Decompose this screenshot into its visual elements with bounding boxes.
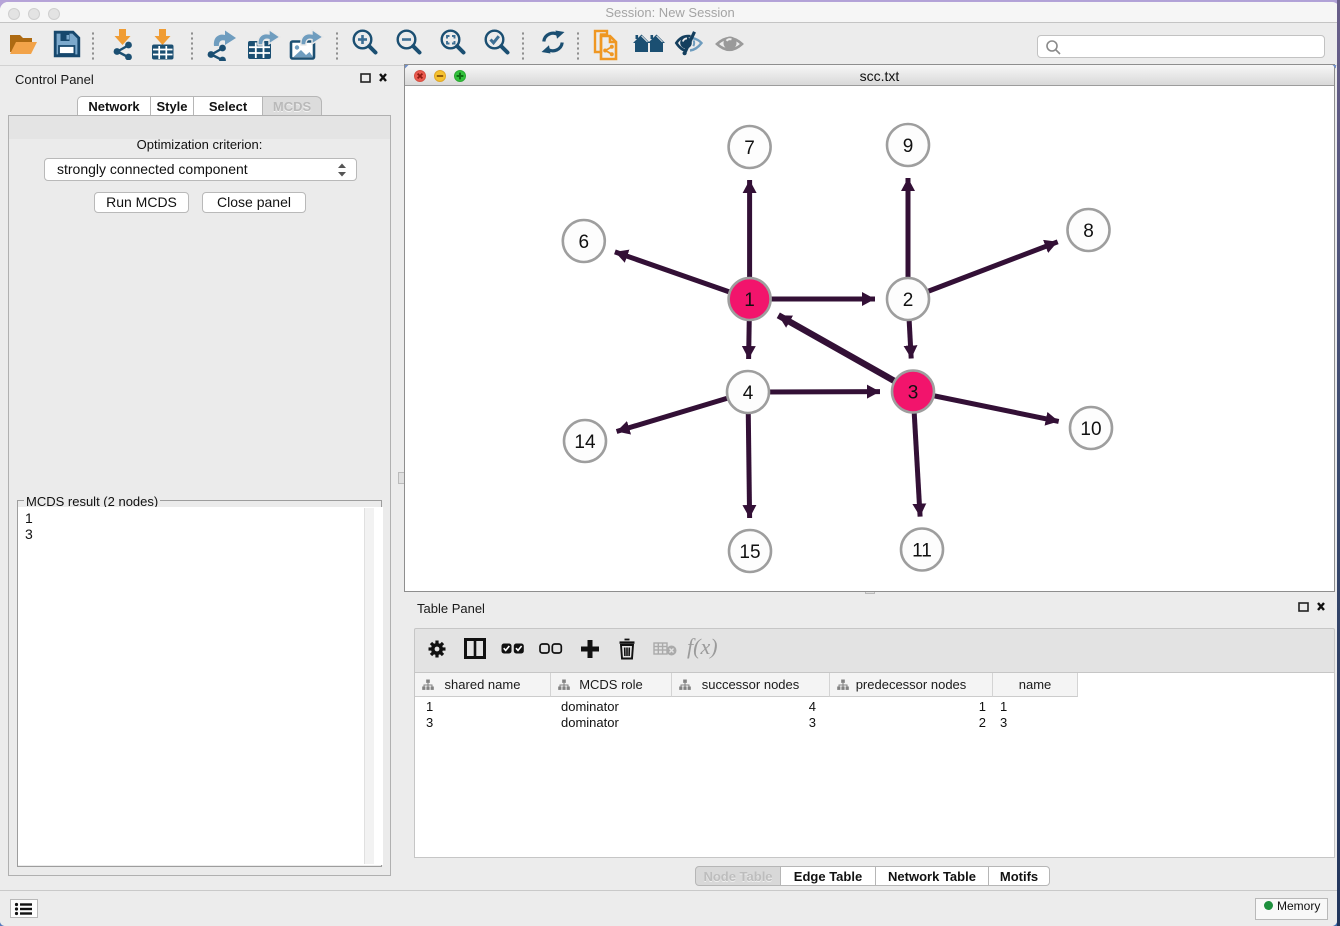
svg-text:2: 2 <box>903 290 914 311</box>
svg-text:3: 3 <box>908 383 919 404</box>
svg-text:7: 7 <box>744 138 755 159</box>
svg-text:8: 8 <box>1083 221 1094 242</box>
svg-text:15: 15 <box>739 542 760 563</box>
svg-text:10: 10 <box>1080 419 1101 440</box>
svg-text:9: 9 <box>903 136 914 157</box>
svg-text:11: 11 <box>912 541 932 562</box>
svg-text:1: 1 <box>744 290 755 311</box>
svg-text:4: 4 <box>743 383 754 404</box>
svg-text:14: 14 <box>574 432 596 453</box>
svg-text:6: 6 <box>579 232 590 253</box>
